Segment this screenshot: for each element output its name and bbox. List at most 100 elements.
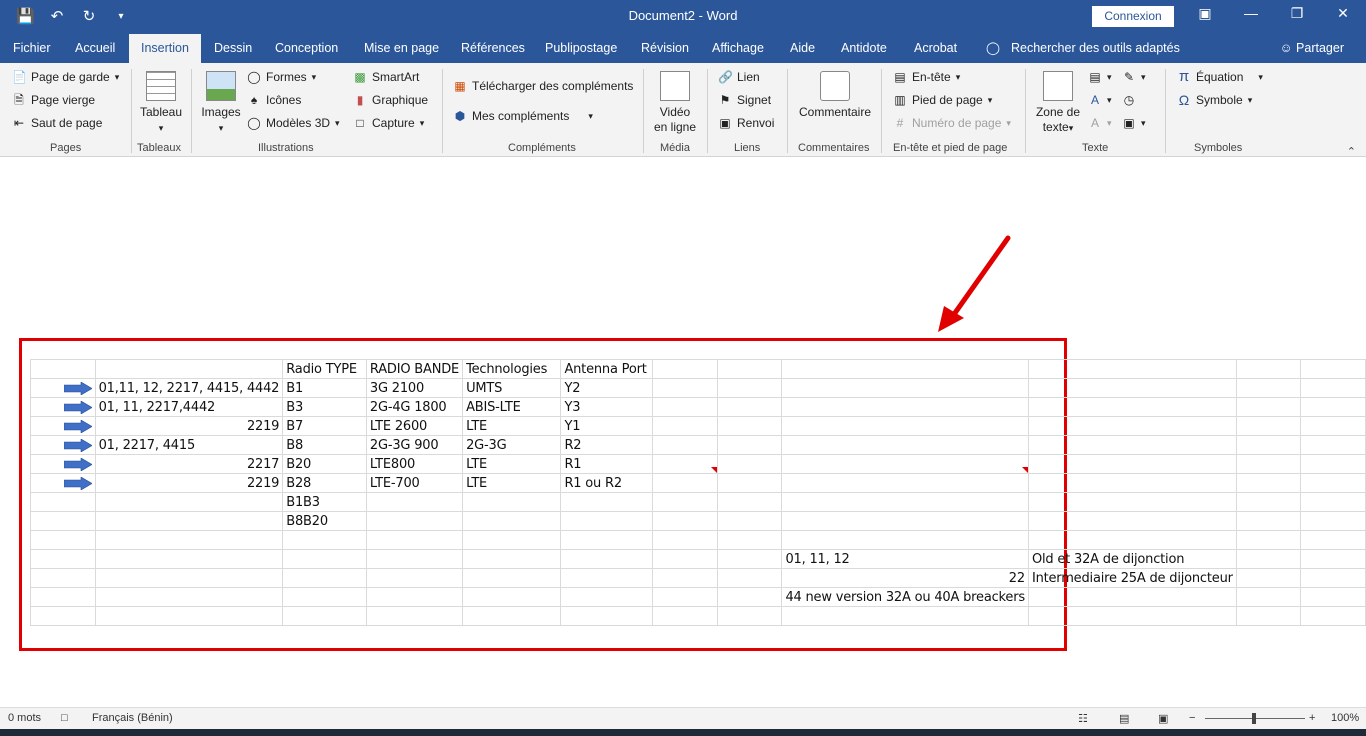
table-cell[interactable]: [1235, 454, 1302, 474]
table-cell[interactable]: [716, 492, 783, 512]
signature-line-button[interactable]: ✎ ▾: [1122, 70, 1146, 84]
table-cell[interactable]: [1235, 549, 1302, 569]
tab-mise-en-page[interactable]: Mise en page: [364, 34, 439, 63]
table-cell[interactable]: [781, 416, 1029, 436]
table-cell[interactable]: [1300, 568, 1366, 588]
table-cell[interactable]: [30, 549, 96, 569]
tab-acrobat[interactable]: Acrobat: [914, 34, 957, 63]
table-cell[interactable]: [94, 587, 284, 607]
table-cell[interactable]: B28: [282, 473, 367, 493]
table-cell[interactable]: [462, 606, 562, 626]
table-cell[interactable]: [94, 549, 284, 569]
table-cell[interactable]: [94, 606, 284, 626]
table-cell[interactable]: [282, 568, 367, 588]
table-cell[interactable]: [560, 530, 654, 550]
table-cell[interactable]: [30, 511, 96, 531]
table-cell[interactable]: [30, 568, 96, 588]
table-cell[interactable]: [560, 492, 654, 512]
bookmark-button[interactable]: ⚑ Signet: [718, 93, 771, 107]
table-cell[interactable]: B8: [282, 435, 367, 455]
table-cell[interactable]: UMTS: [462, 378, 562, 398]
quick-parts-button[interactable]: ▤ ▾: [1088, 70, 1111, 84]
table-cell[interactable]: [282, 530, 367, 550]
table-cell[interactable]: B20: [282, 454, 367, 474]
text-box-button[interactable]: Zone de texte▾: [1033, 71, 1083, 136]
table-cell[interactable]: [781, 454, 1029, 474]
table-cell[interactable]: [365, 549, 464, 569]
smartart-button[interactable]: ▩ SmartArt: [353, 70, 419, 84]
link-button[interactable]: 🔗 Lien: [718, 70, 760, 84]
screenshot-button[interactable]: □ Capture ▾: [353, 116, 424, 130]
table-cell[interactable]: [652, 359, 718, 379]
tab-revision[interactable]: Révision: [641, 34, 689, 63]
table-cell[interactable]: [365, 530, 464, 550]
online-video-button[interactable]: Vidéo en ligne: [650, 71, 700, 135]
table-cell[interactable]: R1 ou R2: [560, 473, 654, 493]
shapes-button[interactable]: ◯ Formes ▾: [247, 70, 316, 84]
table-cell[interactable]: [94, 568, 284, 588]
table-cell[interactable]: [30, 435, 96, 455]
table-cell[interactable]: [716, 416, 783, 436]
page-break-button[interactable]: ⇤ Saut de page: [12, 116, 102, 130]
table-cell[interactable]: 2219: [94, 473, 284, 493]
table-cell[interactable]: [652, 568, 718, 588]
table-cell[interactable]: [94, 492, 284, 512]
table-cell[interactable]: [30, 416, 96, 436]
table-cell[interactable]: [1235, 397, 1302, 417]
table-cell[interactable]: [30, 587, 96, 607]
restore-icon[interactable]: ❐: [1282, 5, 1312, 22]
table-cell[interactable]: [1300, 359, 1366, 379]
table-cell[interactable]: 22: [781, 568, 1029, 588]
proofing-icon[interactable]: □: [61, 712, 68, 724]
table-cell[interactable]: Technologies: [462, 359, 562, 379]
table-cell[interactable]: [1235, 378, 1302, 398]
date-time-button[interactable]: ◷: [1122, 93, 1136, 107]
table-cell[interactable]: B1B3: [282, 492, 367, 512]
chart-button[interactable]: ▮ Graphique: [353, 93, 428, 107]
table-cell[interactable]: [652, 606, 718, 626]
table-cell[interactable]: [1027, 397, 1237, 417]
word-count[interactable]: 0 mots: [8, 712, 41, 724]
table-cell[interactable]: [30, 473, 96, 493]
print-layout-icon[interactable]: ▤: [1119, 712, 1129, 725]
3d-models-button[interactable]: ◯ Modèles 3D ▾: [247, 116, 339, 130]
table-cell[interactable]: [365, 606, 464, 626]
table-cell[interactable]: 01, 2217, 4415: [94, 435, 284, 455]
table-cell[interactable]: [781, 378, 1029, 398]
table-cell[interactable]: [1027, 511, 1237, 531]
table-cell[interactable]: [1300, 416, 1366, 436]
table-cell[interactable]: [781, 492, 1029, 512]
table-cell[interactable]: R2: [560, 435, 654, 455]
object-button[interactable]: ▣ ▾: [1122, 116, 1145, 130]
table-cell[interactable]: [282, 587, 367, 607]
table-cell[interactable]: LTE800: [365, 454, 464, 474]
table-cell[interactable]: [716, 454, 783, 474]
table-cell[interactable]: Y1: [560, 416, 654, 436]
table-cell[interactable]: [1235, 606, 1302, 626]
get-addins-button[interactable]: ▦ Télécharger des compléments: [453, 79, 633, 93]
table-cell[interactable]: [716, 568, 783, 588]
table-cell[interactable]: [716, 359, 783, 379]
images-button[interactable]: Images ▾: [199, 71, 243, 136]
table-cell[interactable]: [1300, 530, 1366, 550]
read-mode-icon[interactable]: ☷: [1078, 712, 1088, 725]
table-cell[interactable]: [1027, 606, 1237, 626]
table-cell[interactable]: [652, 492, 718, 512]
table-cell[interactable]: [94, 511, 284, 531]
signin-button[interactable]: Connexion: [1092, 6, 1174, 27]
tab-insertion[interactable]: Insertion: [129, 34, 201, 63]
language-indicator[interactable]: Français (Bénin): [92, 712, 173, 724]
table-cell[interactable]: [652, 435, 718, 455]
zoom-in-icon[interactable]: +: [1309, 712, 1315, 724]
table-cell[interactable]: 3G 2100: [365, 378, 464, 398]
table-cell[interactable]: [94, 359, 284, 379]
table-cell[interactable]: LTE-700: [365, 473, 464, 493]
table-cell[interactable]: [781, 606, 1029, 626]
table-cell[interactable]: [462, 511, 562, 531]
table-cell[interactable]: [462, 587, 562, 607]
tab-publipostage[interactable]: Publipostage: [545, 34, 617, 63]
table-cell[interactable]: [716, 530, 783, 550]
minimize-icon[interactable]: —: [1236, 5, 1266, 21]
table-cell[interactable]: [652, 454, 718, 474]
table-cell[interactable]: ABIS-LTE: [462, 397, 562, 417]
